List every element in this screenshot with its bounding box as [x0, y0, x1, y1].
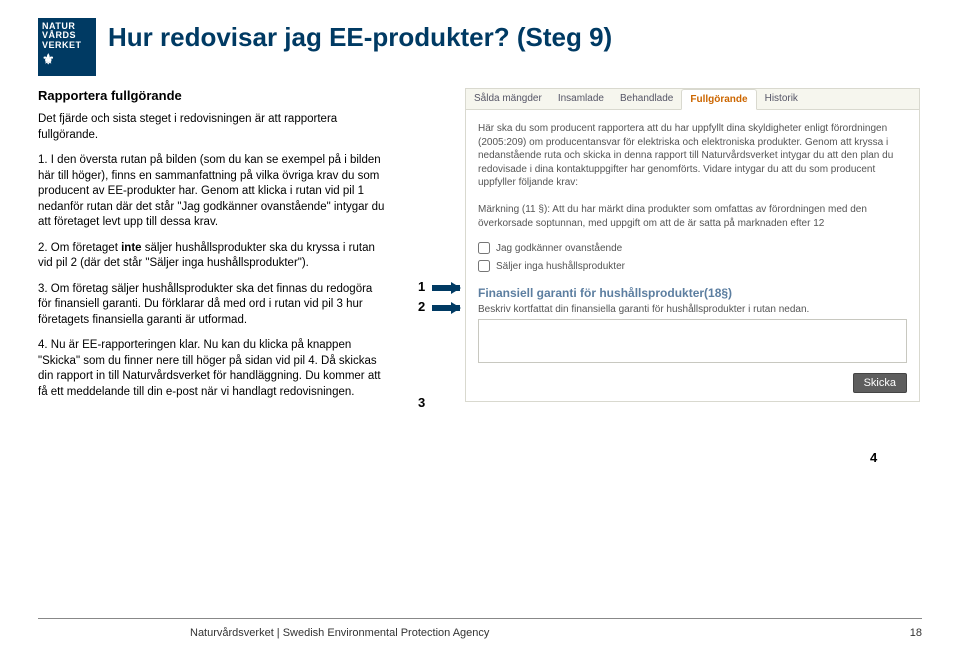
- intro-paragraph: Det fjärde och sista steget i redovisnin…: [38, 112, 388, 143]
- step-3-paragraph: 3. Om företag säljer hushållsprodukter s…: [38, 282, 388, 329]
- page-subtitle: Rapportera fullgörande: [38, 88, 182, 103]
- tab-strip: Sålda mängder Insamlade Behandlade Fullg…: [466, 89, 919, 110]
- step-4-paragraph: 4. Nu är EE-rapporteringen klar. Nu kan …: [38, 338, 388, 400]
- nohousehold-label: Säljer inga hushållsprodukter: [496, 261, 625, 272]
- marker-3: 3: [418, 395, 425, 410]
- embedded-form-screenshot: Sålda mängder Insamlade Behandlade Fullg…: [465, 88, 920, 402]
- page-title: Hur redovisar jag EE-produkter? (Steg 9): [108, 22, 612, 53]
- tab-treated[interactable]: Behandlade: [612, 89, 681, 109]
- arrow-1-icon: [432, 285, 460, 291]
- tab-sold[interactable]: Sålda mängder: [466, 89, 550, 109]
- marker-2: 2: [418, 299, 425, 314]
- nohousehold-row: Säljer inga hushållsprodukter: [478, 260, 907, 272]
- nohousehold-checkbox[interactable]: [478, 260, 490, 272]
- crest-icon: ⚜: [42, 52, 92, 67]
- approve-row: Jag godkänner ovanstående: [478, 242, 907, 254]
- footer-divider: [38, 618, 922, 619]
- agency-logo: NATUR VÅRDS VERKET ⚜: [38, 18, 96, 76]
- approve-label: Jag godkänner ovanstående: [496, 243, 622, 254]
- tab-history[interactable]: Historik: [757, 89, 806, 109]
- step-2-paragraph: 2. Om företaget inte säljer hushållsprod…: [38, 241, 388, 272]
- footer-agency: Naturvårdsverket | Swedish Environmental…: [190, 627, 489, 639]
- financial-section-heading: Finansiell garanti för hushållsprodukter…: [478, 286, 907, 300]
- tab-fulfillment[interactable]: Fullgörande: [681, 89, 756, 110]
- marker-4: 4: [870, 450, 877, 465]
- submit-button[interactable]: Skicka: [853, 373, 907, 393]
- arrow-2-icon: [432, 305, 460, 311]
- financial-section-desc: Beskriv kortfattat din finansiella garan…: [478, 304, 907, 315]
- form-panel: Här ska du som producent rapportera att …: [466, 110, 919, 401]
- info-text: Här ska du som producent rapportera att …: [478, 122, 907, 230]
- tab-collected[interactable]: Insamlade: [550, 89, 612, 109]
- marker-1: 1: [418, 279, 425, 294]
- approve-checkbox[interactable]: [478, 242, 490, 254]
- financial-textarea[interactable]: [478, 319, 907, 363]
- instruction-body: Det fjärde och sista steget i redovisnin…: [38, 112, 388, 410]
- step-1-paragraph: 1. I den översta rutan på bilden (som du…: [38, 153, 388, 231]
- logo-line3: VERKET: [42, 40, 82, 50]
- page-number: 18: [910, 627, 922, 639]
